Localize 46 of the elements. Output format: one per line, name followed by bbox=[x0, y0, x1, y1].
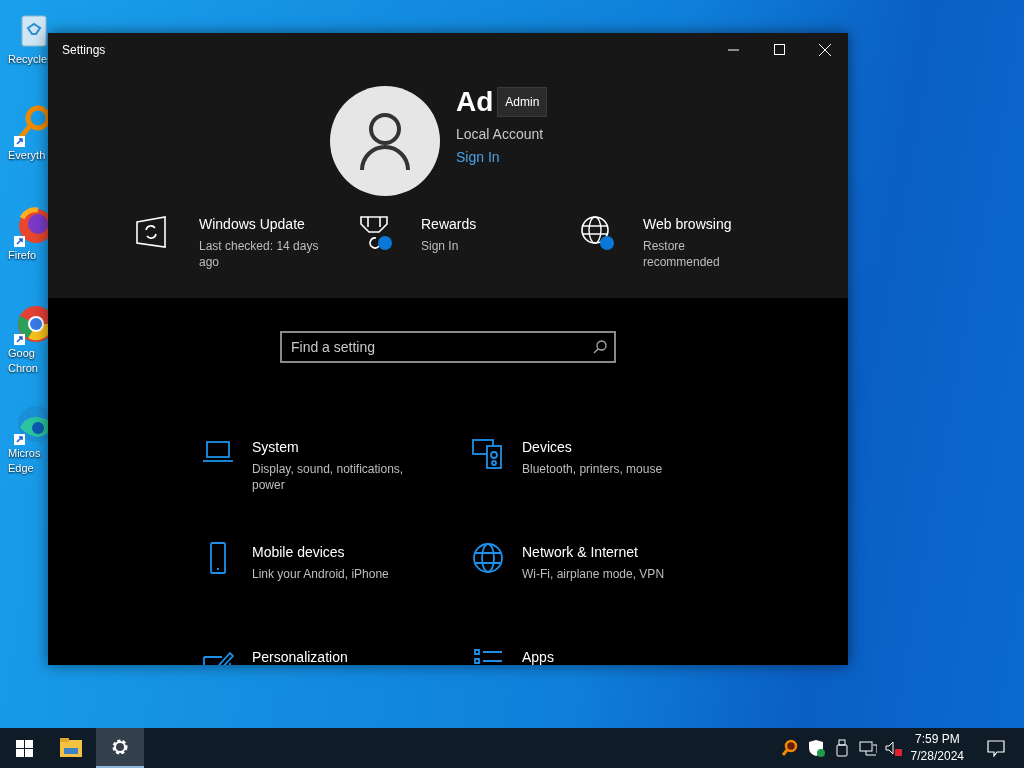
icon-label: Everyth bbox=[8, 148, 46, 163]
icon-label: Goog Chron bbox=[8, 346, 38, 376]
category-subtitle: Link your Android, iPhone bbox=[252, 566, 390, 582]
globe-icon[interactable] bbox=[579, 214, 615, 250]
clock[interactable]: 7:59 PM 7/28/2024 bbox=[910, 731, 964, 765]
category-subtitle: Display, sound, notifications, power bbox=[252, 461, 405, 493]
status-subtitle: Sign In bbox=[421, 238, 460, 254]
icon-label: Firefo bbox=[8, 248, 37, 263]
icon-label: Micros Edge bbox=[8, 446, 41, 476]
monitor-icon[interactable] bbox=[858, 739, 877, 757]
maximize-icon bbox=[773, 44, 785, 55]
category-title[interactable]: Mobile devices bbox=[252, 542, 422, 563]
search-icon bbox=[593, 340, 607, 354]
category-subtitle: Bluetooth, printers, mouse bbox=[522, 461, 664, 477]
status-subtitle: Last checked: 14 days ago bbox=[199, 238, 320, 270]
magnifier-icon[interactable] bbox=[14, 104, 48, 148]
chat-bubble-icon bbox=[987, 739, 1005, 757]
keyboard-speaker-icon[interactable] bbox=[472, 437, 504, 469]
globe-icon[interactable] bbox=[472, 542, 504, 574]
category-title[interactable]: Personalization bbox=[252, 647, 348, 665]
status-title[interactable]: Rewards bbox=[421, 214, 543, 235]
window-title: Settings bbox=[62, 41, 106, 59]
category-title[interactable]: Devices bbox=[522, 437, 692, 458]
gear-icon bbox=[110, 737, 130, 757]
windows-icon bbox=[15, 739, 33, 757]
speaker-muted-icon[interactable] bbox=[884, 739, 903, 757]
icon-label: Recycle bbox=[8, 52, 48, 67]
status-title[interactable]: Web browsing bbox=[643, 214, 765, 235]
magnifier-icon[interactable] bbox=[780, 739, 799, 757]
category-title[interactable]: System bbox=[252, 437, 422, 458]
close-icon bbox=[819, 43, 831, 56]
sign-in-link[interactable]: Sign In bbox=[456, 149, 500, 165]
category-title[interactable]: Apps bbox=[522, 647, 554, 665]
person-icon bbox=[358, 112, 412, 170]
shield-icon[interactable] bbox=[806, 739, 825, 757]
user-name: Ad bbox=[456, 86, 494, 118]
category-title[interactable]: Network & Internet bbox=[522, 542, 692, 563]
medal-icon[interactable] bbox=[357, 214, 393, 250]
status-subtitle: Restore recommended bbox=[643, 238, 721, 270]
settings-button[interactable] bbox=[96, 728, 144, 768]
account-type: Local Account bbox=[456, 125, 545, 144]
folder-icon bbox=[60, 738, 84, 758]
search-field[interactable]: Find a setting bbox=[280, 331, 616, 363]
category-subtitle: Wi-Fi, airplane mode, VPN bbox=[522, 566, 666, 582]
tooltip: Admin bbox=[497, 87, 548, 117]
status-title[interactable]: Windows Update bbox=[199, 214, 321, 235]
